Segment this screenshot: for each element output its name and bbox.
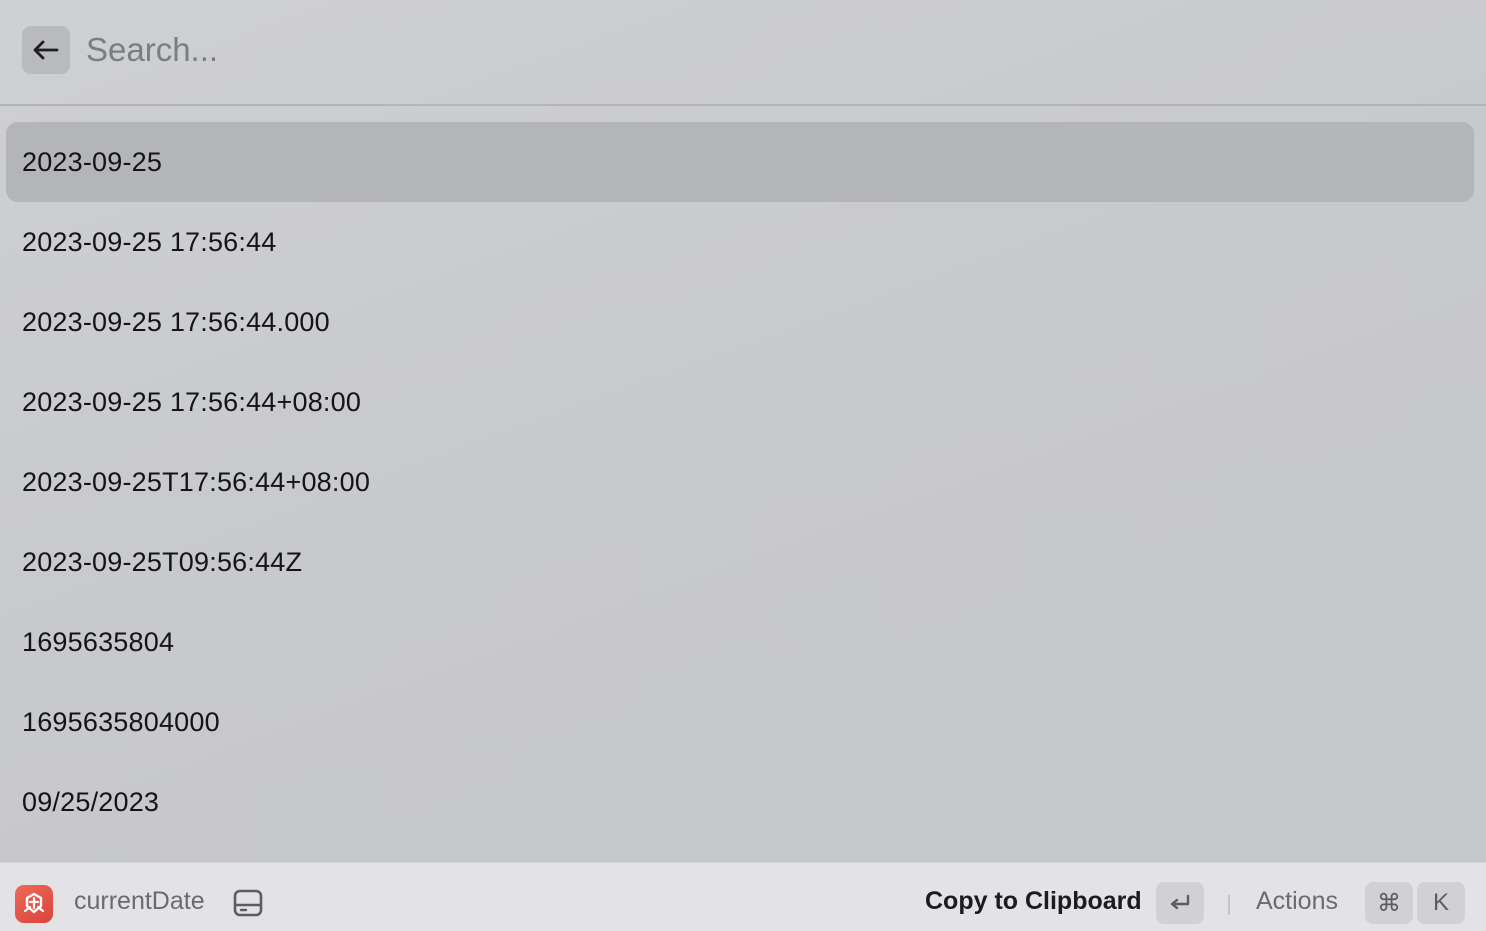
command-key-icon: ⌘: [1365, 882, 1413, 924]
search-input[interactable]: [86, 22, 1446, 78]
back-button[interactable]: [22, 26, 70, 74]
actions-button[interactable]: Actions: [1256, 887, 1338, 916]
list-item[interactable]: 2023-09-25 17:56:44.000: [6, 282, 1474, 362]
list-item[interactable]: 1695635804: [6, 602, 1474, 682]
list-item-label: 2023-09-25 17:56:44.000: [22, 306, 330, 337]
list-item-label: 1695635804: [22, 626, 175, 657]
drive-icon: [233, 889, 263, 917]
copy-to-clipboard-button[interactable]: Copy to Clipboard: [925, 887, 1142, 916]
return-key-icon: [1156, 882, 1204, 924]
list-item-label: 2023-09-25T09:56:44Z: [22, 546, 303, 577]
list-item[interactable]: 2023-09-25 17:56:44: [6, 202, 1474, 282]
list-item[interactable]: 2023-09-25T09:56:44Z: [6, 522, 1474, 602]
list-item-label: 2023-09-25 17:56:44+08:00: [22, 386, 362, 417]
list-item[interactable]: 09/25/2023: [6, 762, 1474, 842]
list-item[interactable]: 2023-09-25 17:56:44+08:00: [6, 362, 1474, 442]
list-item[interactable]: 2023-09-25T17:56:44+08:00: [6, 442, 1474, 522]
list-item[interactable]: 2023-09-25: [6, 122, 1474, 202]
k-key: K: [1417, 882, 1465, 924]
list-item-label: 2023-09-25T17:56:44+08:00: [22, 466, 371, 497]
raycast-window: 2023-09-25 2023-09-25 17:56:44 2023-09-2…: [0, 0, 1486, 931]
result-list: 2023-09-25 2023-09-25 17:56:44 2023-09-2…: [0, 106, 1486, 862]
arrow-left-icon: [33, 40, 59, 60]
date-extension-icon: [15, 885, 53, 923]
list-item-label: 2023-09-25 17:56:44: [22, 226, 277, 257]
action-bar: currentDate Copy to Clipboard Actions ⌘ …: [0, 862, 1486, 931]
footer-divider: [1228, 895, 1230, 915]
extension-name: currentDate: [74, 887, 205, 915]
list-item[interactable]: 1695635804000: [6, 682, 1474, 762]
search-bar: [0, 0, 1486, 106]
list-item-label: 1695635804000: [22, 706, 220, 737]
list-item-label: 2023-09-25: [22, 146, 163, 177]
list-item-label: 09/25/2023: [22, 786, 160, 817]
